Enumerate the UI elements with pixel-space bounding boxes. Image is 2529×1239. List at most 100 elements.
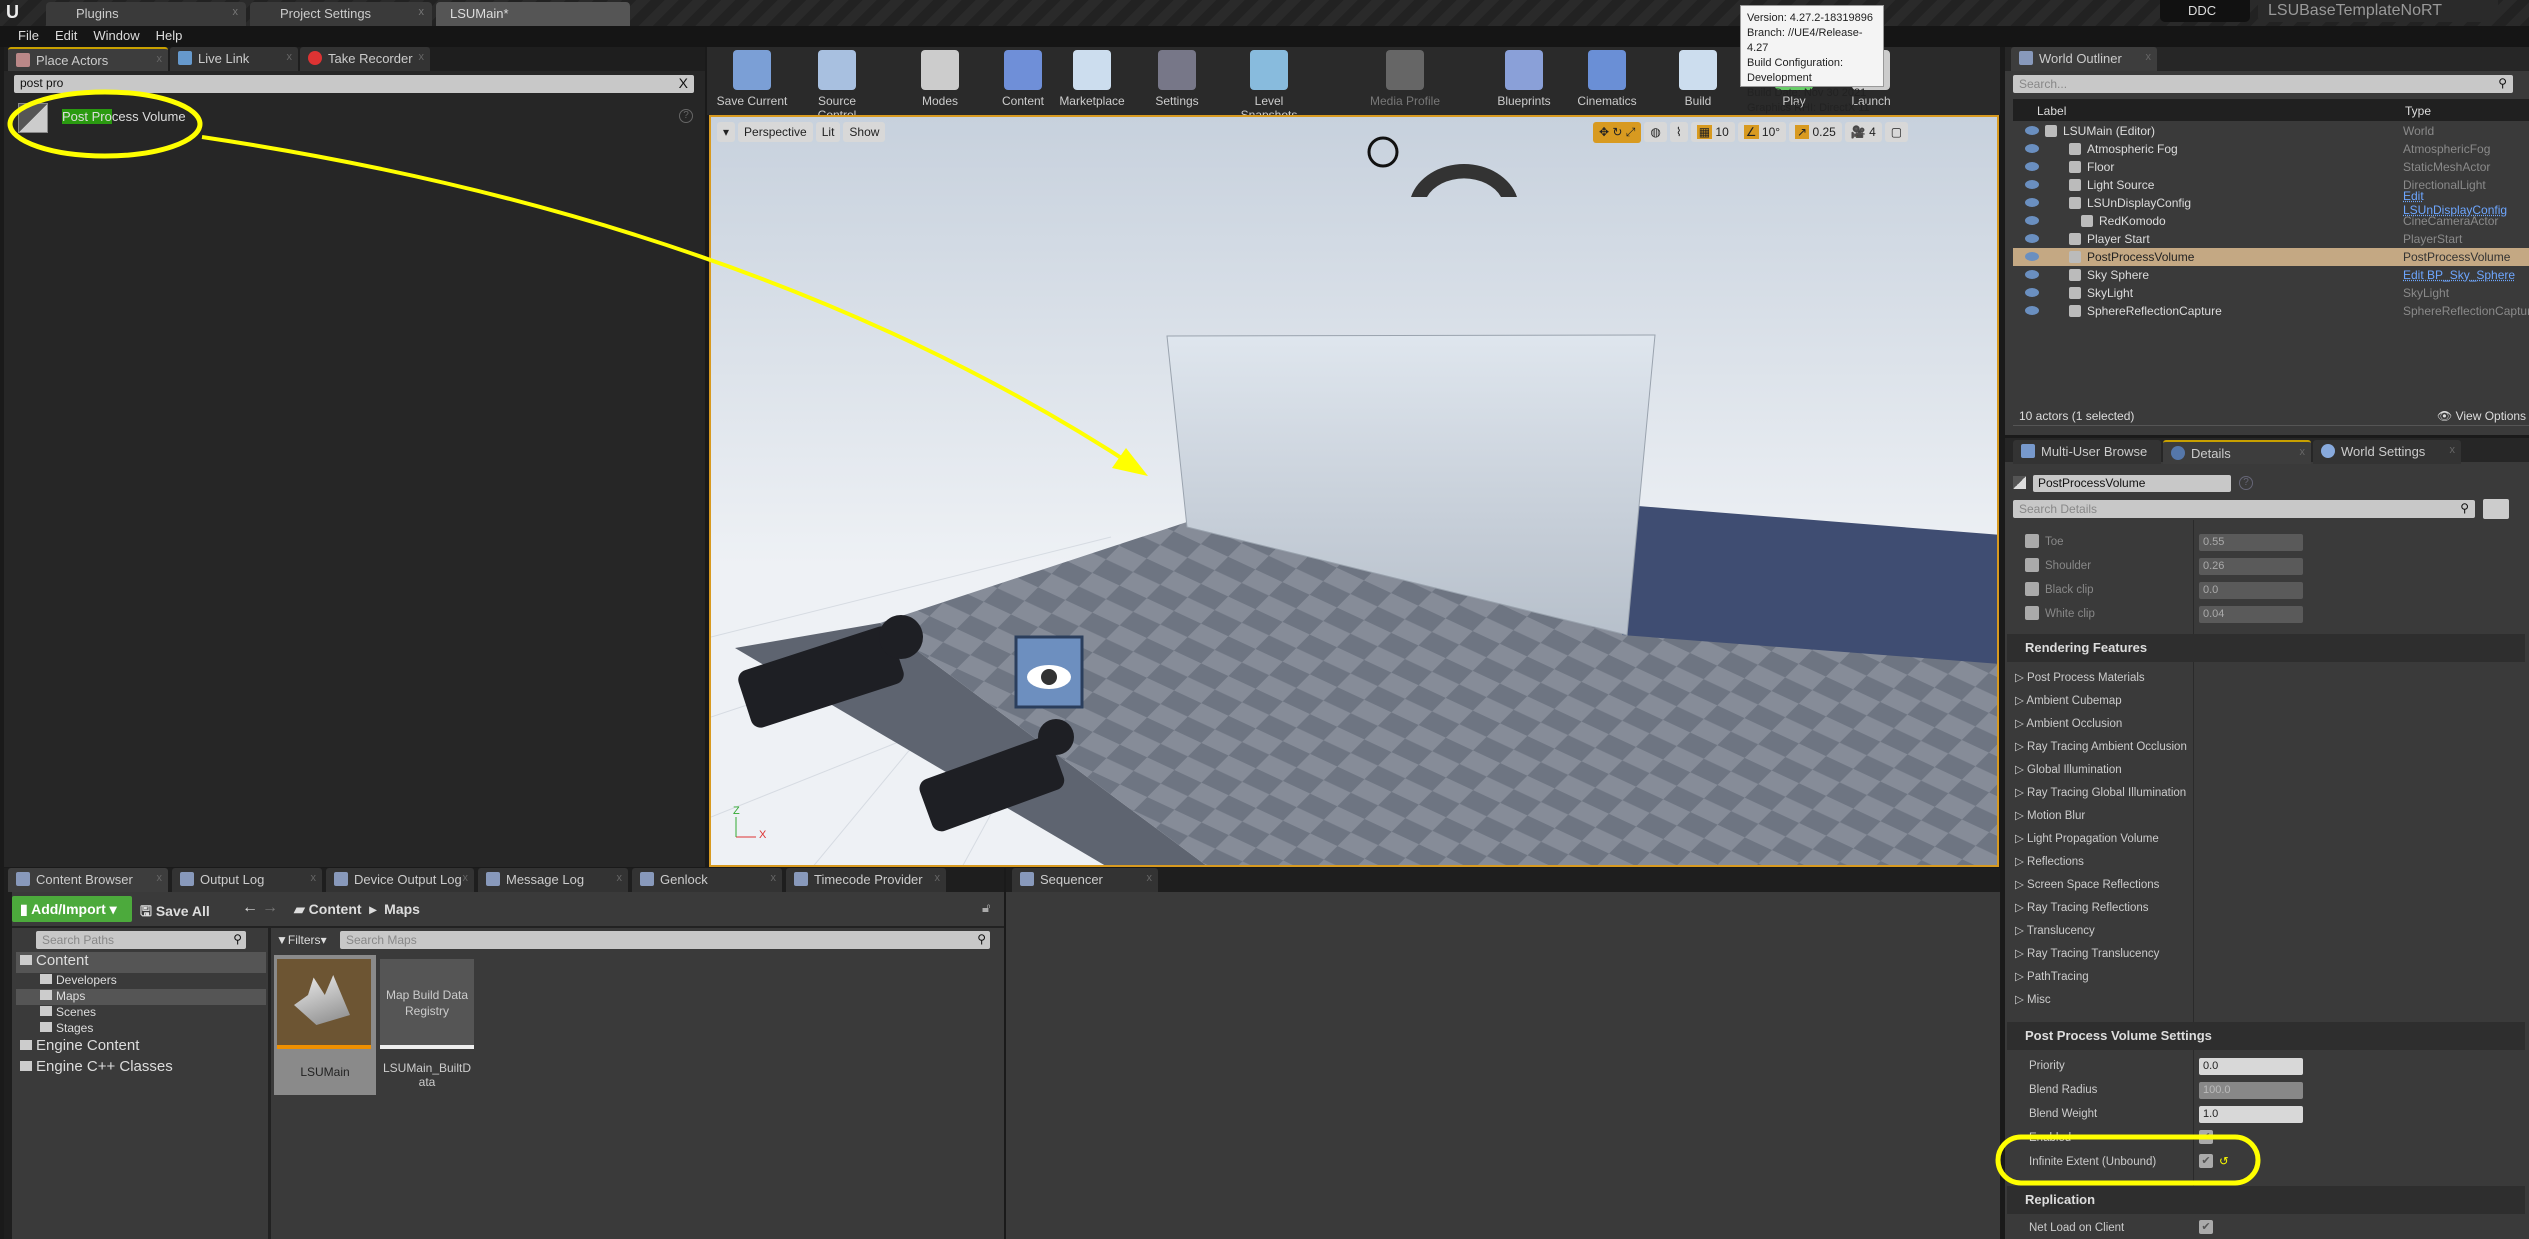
visibility-eye-icon[interactable] [2025,126,2039,135]
folder-stages[interactable]: Stages [16,1021,266,1037]
help-icon[interactable]: ? [2239,476,2253,490]
tab-sequencer[interactable]: Sequencer x [1012,868,1158,892]
breadcrumb-content[interactable]: Content [309,901,362,917]
rotation-snap[interactable]: ∠ 10° [1737,122,1787,142]
outliner-row[interactable]: SphereReflectionCapture SphereReflectionC… [2013,302,2529,320]
value-input[interactable]: 0.26 [2199,558,2303,575]
level-viewport[interactable]: X Z ▾ Perspective Lit Show ✥ ↻ ⤢ ◍ ⌇ ▦ 10 ∠ 10°… [709,115,1999,867]
splitter[interactable] [268,928,271,1239]
outliner-row[interactable]: RedKomodo CineCameraActor [2013,212,2529,230]
category-misc[interactable]: ▷ Misc [2015,992,2051,1006]
perspective-button[interactable]: Perspective [738,122,813,142]
help-icon[interactable]: ? [679,109,693,123]
category-ray-tracing-translucency[interactable]: ▷ Ray Tracing Translucency [2015,946,2159,960]
actor-name-input[interactable]: PostProcessVolume [2033,475,2231,492]
category-pathtracing[interactable]: ▷ PathTracing [2015,969,2089,983]
toolbar-modes-button[interactable]: Modes [900,50,980,108]
visibility-eye-icon[interactable] [2025,198,2039,207]
outliner-row[interactable]: PostProcessVolume PostProcessVolume [2013,248,2529,266]
outliner-row[interactable]: Sky Sphere Edit BP_Sky_Sphere [2013,266,2529,284]
override-checkbox[interactable] [2025,582,2039,596]
folder-engine-content[interactable]: Engine Content [16,1037,266,1058]
value-input[interactable]: 0.55 [2199,534,2303,551]
toolbar-save-current-button[interactable]: Save Current [712,50,792,108]
details-search-input[interactable]: Search Details ⚲ [2013,500,2475,518]
outliner-row[interactable]: LSUMain (Editor) World [2013,122,2529,140]
value-input[interactable]: 0.04 [2199,606,2303,623]
value-input[interactable]: 1.0 [2199,1106,2303,1123]
forward-button[interactable]: → [262,899,278,917]
lock-icon[interactable]: 🔓︎ [982,900,990,916]
visibility-eye-icon[interactable] [2025,162,2039,171]
category-screen-space-reflections[interactable]: ▷ Screen Space Reflections [2015,877,2159,891]
value-input[interactable]: 0.0 [2199,582,2303,599]
category-translucency[interactable]: ▷ Translucency [2015,923,2095,937]
enabled-checkbox[interactable]: ✔ [2199,1130,2213,1144]
add-import-button[interactable]: ▮ Add/Import ▾ [12,896,132,922]
category-light-propagation-volume[interactable]: ▷ Light Propagation Volume [2015,831,2159,845]
tab-content-browser[interactable]: Content Browser x [8,868,168,892]
infinite_extent-checkbox[interactable]: ✔ [2199,1154,2213,1168]
close-icon[interactable]: x [157,53,163,65]
tab-device-output-log[interactable]: Device Output Log x [326,868,474,892]
close-icon[interactable]: x [419,6,425,18]
visibility-eye-icon[interactable] [2025,144,2039,153]
toolbar-level-snapshots-button[interactable]: Level Snapshots [1229,50,1309,122]
menu-file[interactable]: File [18,28,39,45]
camera-speed[interactable]: 🎥 4 [1844,122,1882,142]
save-all-button[interactable]: 🖫 Save All [140,901,210,925]
close-icon[interactable]: x [617,872,623,884]
world-local-toggle[interactable]: ◍ [1644,122,1667,142]
category-ambient-occlusion[interactable]: ▷ Ambient Occlusion [2015,716,2122,730]
tab-place-actors[interactable]: Place Actors x [8,47,168,71]
ddc-button[interactable]: DDC [2160,0,2250,22]
toolbar-marketplace-button[interactable]: Marketplace [1052,50,1132,108]
visibility-eye-icon[interactable] [2025,252,2039,261]
category-ambient-cubemap[interactable]: ▷ Ambient Cubemap [2015,693,2122,707]
net_load-checkbox[interactable]: ✔ [2199,1220,2213,1234]
close-icon[interactable]: x [233,6,239,18]
folder-maps[interactable]: Maps [16,989,266,1005]
asset-tile-lsumain-builtdata[interactable]: Map Build Data Registry LSUMain_BuiltDat… [380,955,480,1095]
toolbar-blueprints-button[interactable]: Blueprints [1484,50,1564,108]
close-icon[interactable]: x [463,872,469,884]
tab-take-recorder[interactable]: Take Recorder x [300,47,430,71]
view-options-button[interactable]: 👁 View Options [2437,409,2526,423]
surface-snap[interactable]: ⌇ [1669,122,1688,142]
back-button[interactable]: ← [242,899,258,917]
visibility-eye-icon[interactable] [2025,180,2039,189]
section-rendering-features[interactable]: Rendering Features [2007,634,2525,662]
search-maps-input[interactable]: Search Maps ⚲ [340,931,990,949]
close-icon[interactable]: x [935,872,941,884]
menu-help[interactable]: Help [156,28,183,45]
category-global-illumination[interactable]: ▷ Global Illumination [2015,762,2122,776]
tab-multi-user-browse[interactable]: Multi-User Browse [2013,440,2161,464]
close-icon[interactable]: x [419,51,425,63]
maximize-viewport-button[interactable]: ▢ [1884,122,1909,142]
visibility-eye-icon[interactable] [2025,288,2039,297]
category-ray-tracing-global-illumination[interactable]: ▷ Ray Tracing Global Illumination [2015,785,2186,799]
override-checkbox[interactable] [2025,606,2039,620]
visibility-eye-icon[interactable] [2025,216,2039,225]
tab-plugins[interactable]: Plugins x [46,2,246,26]
outliner-row[interactable]: SkyLight SkyLight [2013,284,2529,302]
tab-genlock[interactable]: Genlock x [632,868,782,892]
actor-list-item-post-process-volume[interactable]: Post Process Volume ? [14,101,694,135]
place-actors-search-input[interactable]: post pro X [14,75,694,93]
value-input[interactable]: 0.0 [2199,1058,2303,1075]
breadcrumb-maps[interactable]: Maps [384,901,420,917]
close-icon[interactable]: x [2300,446,2306,458]
outliner-row[interactable]: Floor StaticMeshActor [2013,158,2529,176]
category-post-process-materials[interactable]: ▷ Post Process Materials [2015,670,2145,684]
outliner-row[interactable]: Player Start PlayerStart [2013,230,2529,248]
outliner-row[interactable]: LSUnDisplayConfig Edit LSUnDisplayConfig [2013,189,2529,217]
close-icon[interactable]: x [2146,51,2152,63]
close-icon[interactable]: x [287,51,293,63]
visibility-eye-icon[interactable] [2025,270,2039,279]
category-ray-tracing-reflections[interactable]: ▷ Ray Tracing Reflections [2015,900,2149,914]
category-reflections[interactable]: ▷ Reflections [2015,854,2084,868]
toolbar-media-profile-button[interactable]: Media Profile [1365,50,1445,108]
asset-tile-lsumain[interactable]: LSUMain [274,955,376,1095]
outliner-row[interactable]: Atmospheric Fog AtmosphericFog [2013,140,2529,158]
visibility-eye-icon[interactable] [2025,234,2039,243]
